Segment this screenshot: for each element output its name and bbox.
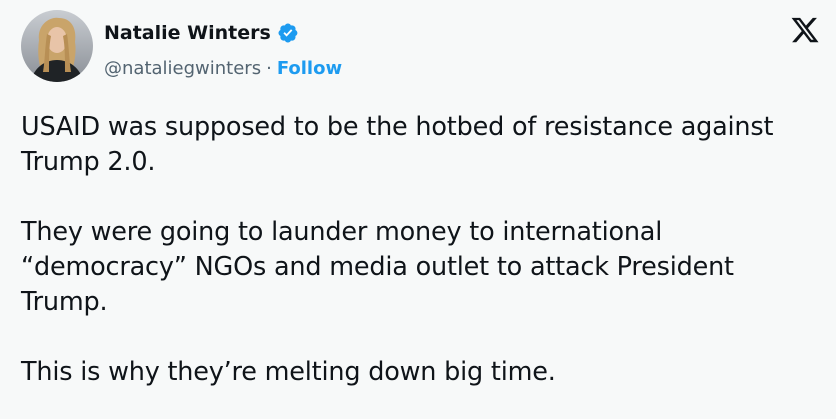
tweet-card: Natalie Winters @nataliegwinters · Follo… xyxy=(0,0,836,419)
tweet-paragraph: This is why they’re melting down big tim… xyxy=(21,357,556,387)
tweet-paragraph: USAID was supposed to be the hotbed of r… xyxy=(21,112,774,177)
follow-button[interactable]: Follow xyxy=(277,58,342,79)
separator-dot: · xyxy=(266,57,272,79)
author-display-name[interactable]: Natalie Winters xyxy=(104,22,271,44)
tweet-paragraph: They were going to launder money to inte… xyxy=(21,217,734,317)
author-handle[interactable]: @nataliegwinters xyxy=(104,58,261,79)
verified-badge-icon xyxy=(277,22,299,44)
avatar-photo xyxy=(21,10,93,82)
avatar[interactable] xyxy=(21,10,93,82)
author-handle-row: @nataliegwinters · Follow xyxy=(104,55,342,81)
tweet-text: USAID was supposed to be the hotbed of r… xyxy=(21,110,821,419)
author-name-row: Natalie Winters xyxy=(104,20,299,46)
x-logo-icon[interactable] xyxy=(790,15,820,45)
